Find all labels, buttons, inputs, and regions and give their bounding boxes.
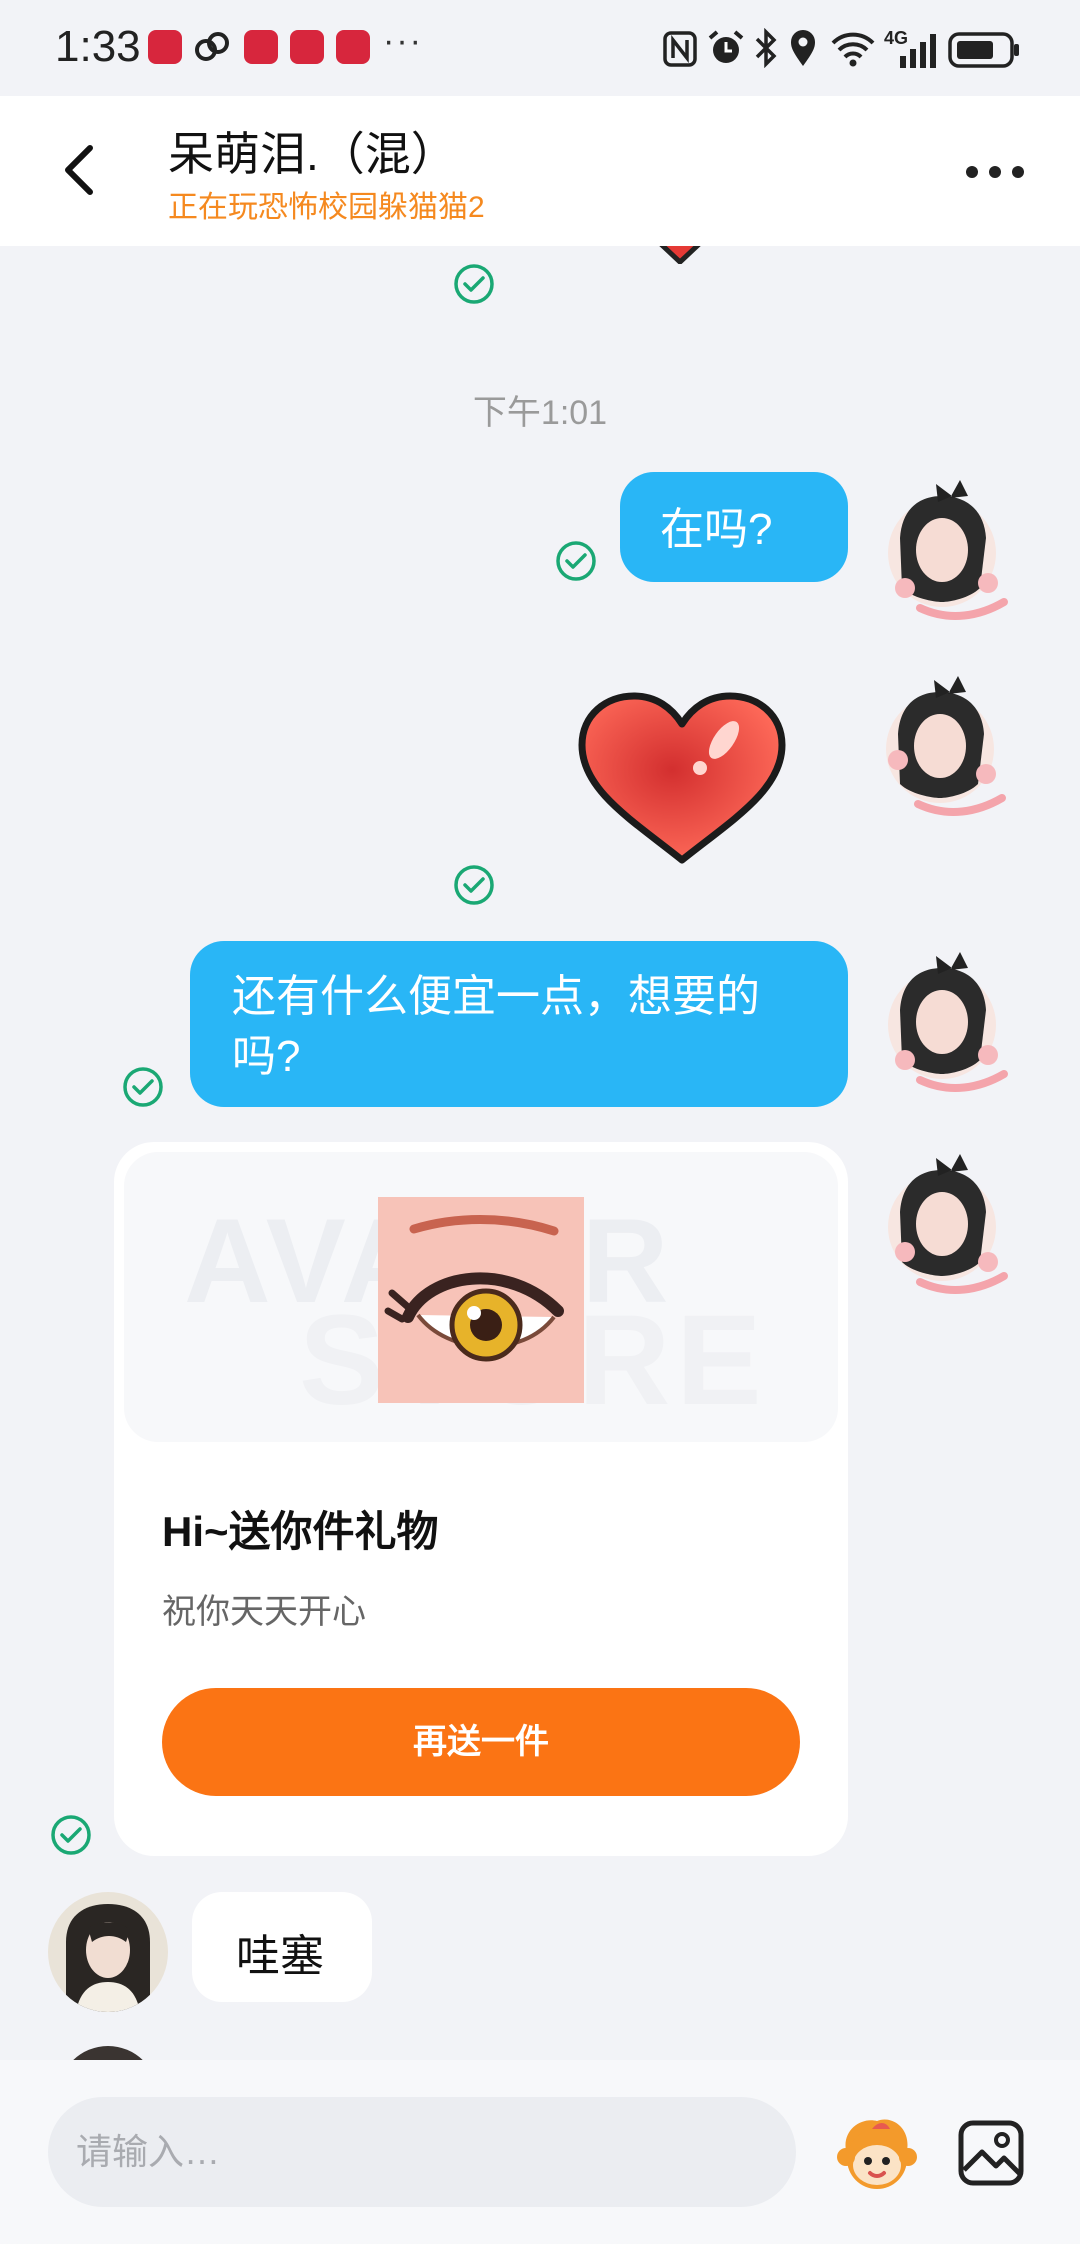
chat-header [0,96,1080,246]
message-text: 还有什么便宜一点，想要的 [232,972,760,1021]
gift-banner: AVATAR STORE [124,1152,838,1442]
app-notification-icon [336,30,370,64]
heart-sticker[interactable] [572,690,792,870]
image-button[interactable] [956,2118,1026,2188]
gift-item-image [378,1197,584,1403]
message-text: 吗? [232,1032,301,1081]
image-icon [958,2120,1024,2186]
self-avatar[interactable] [868,664,1018,824]
read-check-icon [555,540,597,582]
link-app-icon [193,28,231,66]
message-timestamp: 下午1:01 [472,394,608,432]
contact-avatar-partial [58,2046,158,2060]
more-notifications-icon: ··· [383,22,423,60]
monkey-mascot-icon [837,2119,917,2189]
outgoing-message-bubble[interactable]: 还有什么便宜一点，想要的 吗? [190,941,848,1107]
wifi-icon [830,30,876,68]
app-notification-icon [290,30,324,64]
outgoing-message-bubble[interactable]: 在吗? [620,472,848,582]
contact-name: 呆萌泪.（混） [168,128,457,180]
self-avatar[interactable] [880,468,1020,628]
contact-avatar[interactable] [48,1892,168,2012]
heart-sticker-partial [640,246,720,264]
emoji-sticker-button[interactable] [832,2115,922,2195]
gift-title: Hi~送你件礼物 [162,1508,439,1555]
send-again-button[interactable]: 再送一件 [162,1688,800,1796]
more-options-button[interactable] [960,150,1030,190]
self-avatar[interactable] [880,940,1020,1100]
alarm-icon [706,28,746,68]
status-time: 1:33 [55,22,141,71]
more-icon [966,166,1024,178]
read-check-icon [50,1814,92,1856]
message-input[interactable] [48,2097,796,2207]
app-notification-icon [244,30,278,64]
contact-status[interactable]: 正在玩恐怖校园躲猫猫2 [168,182,485,226]
cellular-signal-icon: 4G [884,28,938,70]
read-check-icon [453,263,495,305]
gift-subtitle: 祝你天天开心 [162,1593,366,1631]
message-text: 在吗? [660,505,773,554]
nfc-icon [662,30,698,68]
bluetooth-icon [752,27,780,69]
read-check-icon [122,1066,164,1108]
message-text: 哇塞 [236,1932,324,1981]
chevron-left-icon [65,145,93,195]
incoming-message-bubble[interactable]: 哇塞 [192,1892,372,2002]
battery-icon [948,32,1020,68]
self-avatar[interactable] [880,1142,1020,1302]
app-notification-icon [148,30,182,64]
back-button[interactable] [52,140,112,200]
read-check-icon [453,864,495,906]
location-icon [788,28,818,68]
